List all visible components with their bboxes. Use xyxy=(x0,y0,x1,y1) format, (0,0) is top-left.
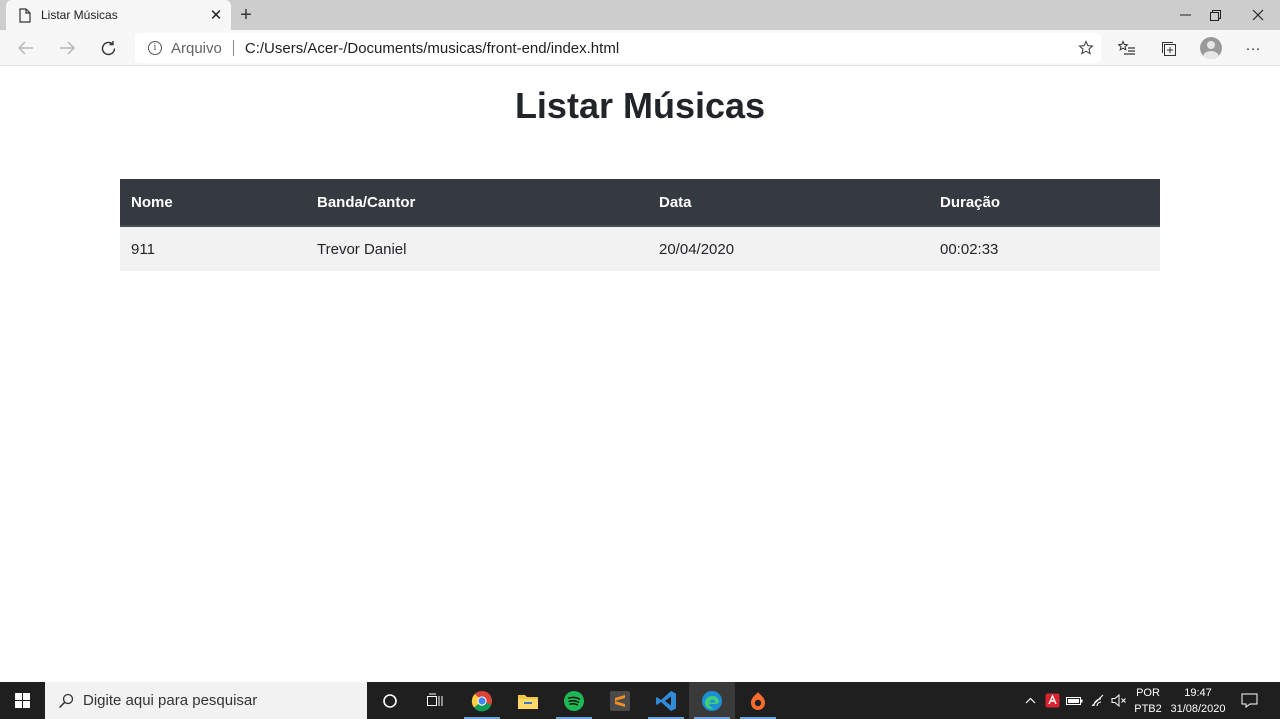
clock-time: 19:47 xyxy=(1184,687,1212,699)
tab-title: Listar Músicas xyxy=(41,8,118,22)
origin-icon[interactable] xyxy=(735,682,781,719)
header-banda-cantor: Banda/Cantor xyxy=(306,179,648,227)
forward-icon[interactable] xyxy=(53,34,81,62)
language-indicator[interactable]: POR PTB2 xyxy=(1133,685,1163,717)
task-view-icon[interactable] xyxy=(412,682,458,719)
address-bar[interactable]: i Arquivo C:/Users/Acer-/Documents/music… xyxy=(135,33,1101,63)
volume-muted-icon[interactable] xyxy=(1109,682,1129,719)
page-icon xyxy=(18,7,32,23)
spotify-icon[interactable] xyxy=(551,682,597,719)
cortana-icon[interactable] xyxy=(367,682,413,719)
table-header-row: Nome Banda/Cantor Data Duração xyxy=(120,179,1160,227)
notifications-icon[interactable] xyxy=(1236,682,1262,719)
restore-button[interactable] xyxy=(1193,0,1237,30)
clock-date: 31/08/2020 xyxy=(1170,703,1226,715)
show-hidden-icons-icon[interactable] xyxy=(1020,682,1040,719)
header-duracao: Duração xyxy=(929,179,1160,227)
address-scheme-label: Arquivo xyxy=(171,39,222,57)
address-separator xyxy=(232,40,234,56)
table-row: 911 Trevor Daniel 20/04/2020 00:02:33 xyxy=(120,226,1160,271)
refresh-icon[interactable] xyxy=(94,34,122,62)
page-content: Listar Músicas Nome Banda/Cantor Data Du… xyxy=(0,67,1280,682)
taskbar-search-box[interactable]: Digite aqui para pesquisar xyxy=(45,682,367,719)
songs-table: Nome Banda/Cantor Data Duração 911 Trevo… xyxy=(120,179,1160,271)
tab-strip: Listar Músicas ✕ + xyxy=(0,0,1280,30)
language-code: POR xyxy=(1136,687,1160,699)
screen: Listar Músicas ✕ + i Arquivo C:/Users/Ac… xyxy=(0,0,1280,719)
search-placeholder: Digite aqui para pesquisar xyxy=(83,692,258,709)
browser-toolbar: i Arquivo C:/Users/Acer-/Documents/music… xyxy=(0,30,1280,66)
antivirus-tray-icon[interactable] xyxy=(1042,682,1062,719)
address-url[interactable]: C:/Users/Acer-/Documents/musicas/front-e… xyxy=(245,40,1071,57)
cell-banda-cantor: Trevor Daniel xyxy=(306,226,648,271)
vscode-icon[interactable] xyxy=(643,682,689,719)
profile-avatar[interactable] xyxy=(1200,37,1222,59)
page-title: Listar Músicas xyxy=(514,85,766,126)
file-explorer-icon[interactable] xyxy=(505,682,551,719)
favorites-list-icon[interactable] xyxy=(1112,34,1142,62)
cell-duracao: 00:02:33 xyxy=(929,226,1160,271)
taskbar: Digite aqui para pesquisar POR PTB2 19:4… xyxy=(0,682,1280,719)
tab-close-icon[interactable]: ✕ xyxy=(205,4,227,26)
sublime-text-icon[interactable] xyxy=(597,682,643,719)
info-icon[interactable]: i xyxy=(148,41,162,55)
favorite-star-icon[interactable] xyxy=(1071,40,1101,56)
search-icon xyxy=(57,693,75,709)
new-tab-button[interactable]: + xyxy=(234,3,258,27)
cell-data: 20/04/2020 xyxy=(648,226,929,271)
windows-logo-icon xyxy=(15,693,30,708)
edge-icon[interactable] xyxy=(689,682,735,719)
cell-nome: 911 xyxy=(120,226,306,271)
header-nome: Nome xyxy=(120,179,306,227)
back-icon[interactable] xyxy=(12,34,40,62)
header-data: Data xyxy=(648,179,929,227)
chrome-icon[interactable] xyxy=(459,682,505,719)
wifi-icon[interactable] xyxy=(1088,682,1108,719)
system-clock[interactable]: 19:47 31/08/2020 xyxy=(1166,685,1230,717)
battery-icon[interactable] xyxy=(1064,682,1084,719)
start-button[interactable] xyxy=(0,682,45,719)
keyboard-layout: PTB2 xyxy=(1134,703,1162,715)
browser-tab-active[interactable]: Listar Músicas ✕ xyxy=(6,0,231,30)
collections-icon[interactable] xyxy=(1153,34,1183,62)
more-options-icon[interactable]: ··· xyxy=(1238,34,1268,62)
close-window-button[interactable] xyxy=(1236,0,1280,30)
